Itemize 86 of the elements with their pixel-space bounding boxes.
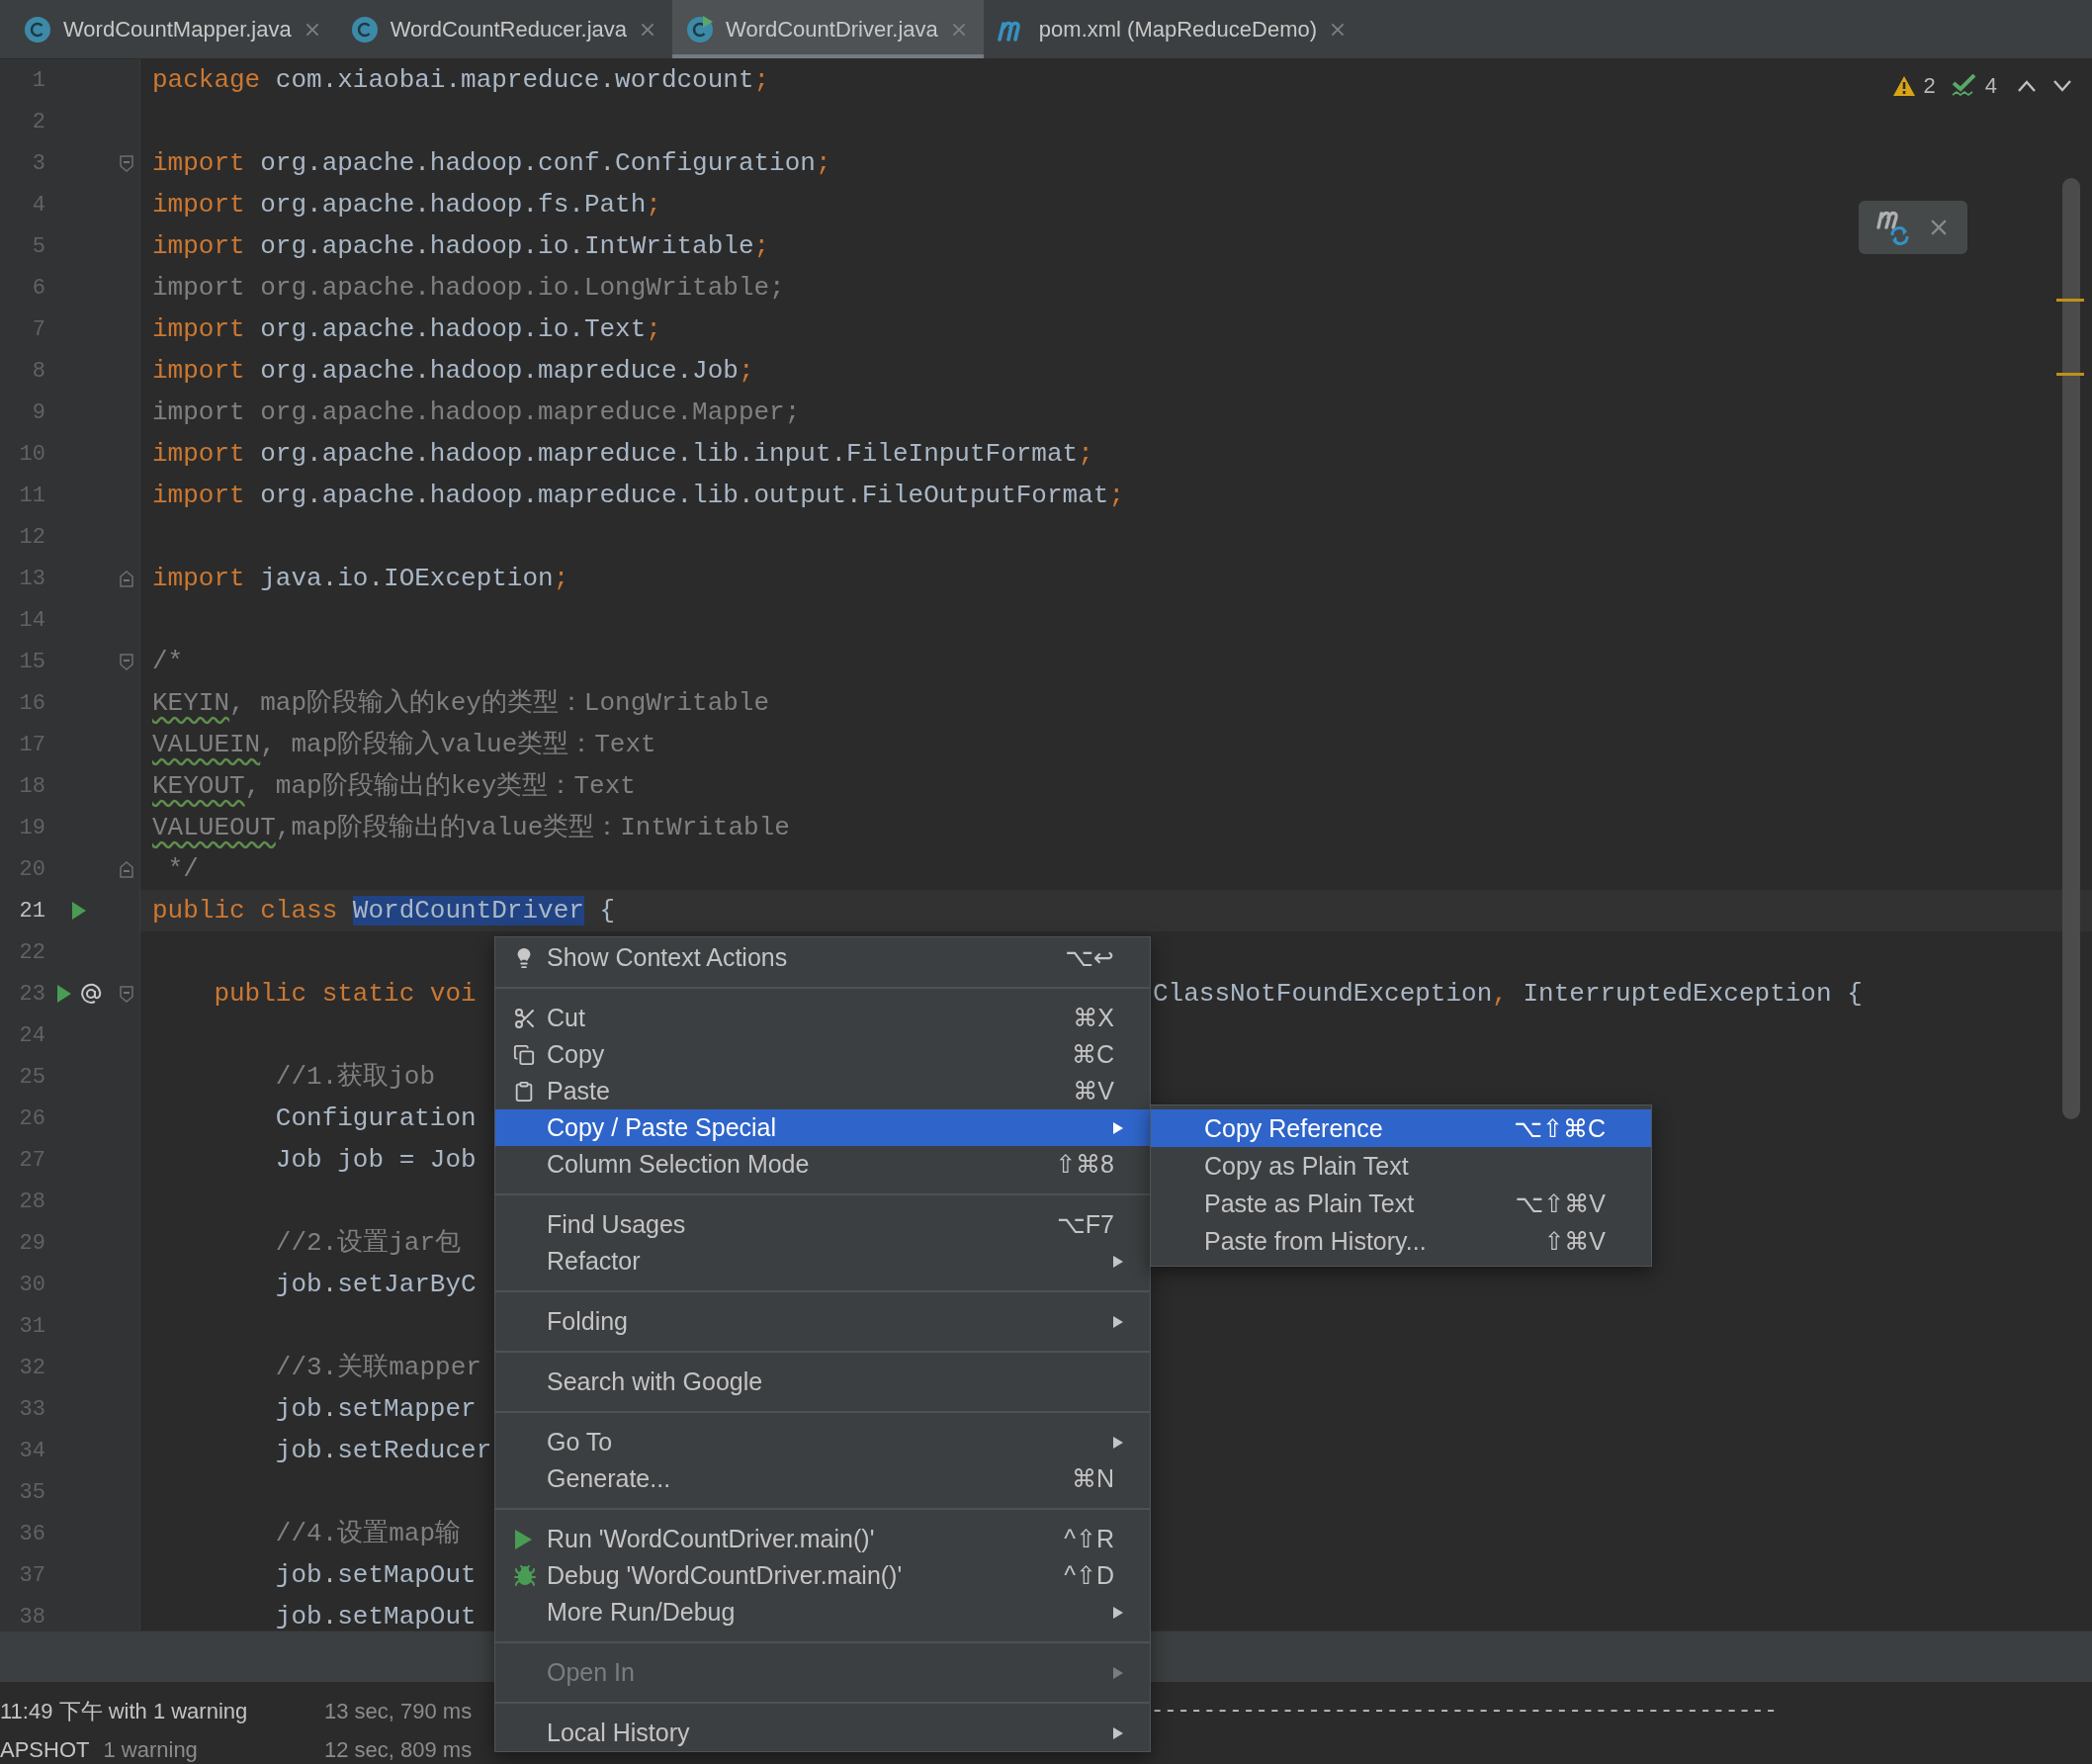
chevron-down-icon [2052, 79, 2072, 93]
code-line: public static voi [213, 978, 477, 1011]
code-line: job.setMapOut [274, 1559, 477, 1592]
editor-tab[interactable]: WordCountDriver.java [672, 0, 984, 58]
fold-marker-icon[interactable] [118, 569, 134, 588]
menu-item[interactable]: Paste from History... ⇧⌘V [1151, 1222, 1651, 1260]
code-line: //4.设置map输 [274, 1518, 462, 1550]
run-icon[interactable] [71, 901, 87, 921]
fold-marker-icon[interactable] [118, 984, 134, 1004]
code-line: import org.apache.hadoop.mapreduce.Job; [151, 355, 754, 388]
code-line: /* [151, 646, 184, 678]
code-line: //2.设置jar包 [274, 1227, 462, 1260]
check-count: 4 [1984, 73, 1997, 99]
class-icon [686, 15, 715, 44]
build-time: 12 sec, 809 ms [324, 1736, 474, 1763]
menu-item[interactable]: Search with Google [495, 1364, 1150, 1400]
build-title: APSHOT [0, 1736, 90, 1763]
copy-icon [513, 1043, 535, 1066]
code-line: ClassNotFoundException, InterruptedException { [1153, 978, 1863, 1011]
code-line: VALUEOUT,map阶段输出的value类型：IntWritable [151, 812, 790, 844]
build-time: 13 sec, 790 ms [324, 1698, 474, 1724]
code-line: job.setReducer [274, 1435, 492, 1467]
code-line: job.setMapper [274, 1393, 477, 1426]
fold-marker-icon[interactable] [118, 859, 134, 879]
code-line: import org.apache.hadoop.mapreduce.lib.input.FileInputFormat; [151, 438, 1093, 471]
class-icon [350, 15, 379, 44]
chevron-up-icon [2017, 79, 2037, 93]
menu-item[interactable]: Copy ⌘C [495, 1036, 1150, 1073]
menu-item[interactable]: Copy as Plain Text [1151, 1147, 1651, 1185]
fold-marker-icon[interactable] [118, 652, 134, 671]
scrollbar-thumb[interactable] [2062, 178, 2080, 1119]
run-icon [513, 1528, 533, 1550]
run-icon[interactable] [56, 984, 72, 1004]
code-line: Job job = Job [274, 1144, 477, 1177]
warning-icon[interactable] [1891, 75, 1916, 97]
menu-item[interactable]: Debug 'WordCountDriver.main()' ^⇧D [495, 1557, 1150, 1594]
paste-icon [513, 1080, 535, 1102]
warning-count: 2 [1923, 73, 1936, 99]
menu-item[interactable]: Copy Reference ⌥⇧⌘C [1151, 1109, 1651, 1147]
code-line: import org.apache.hadoop.io.Text; [151, 313, 661, 346]
build-note: 1 warning [103, 1736, 198, 1763]
build-title: 11:49 下午 with 1 warning [0, 1697, 248, 1725]
console-line: ------------------------------------------------ [1151, 1698, 1779, 1725]
code-line: import org.apache.hadoop.io.LongWritable; [151, 272, 785, 305]
code-line: import org.apache.hadoop.fs.Path; [151, 189, 661, 221]
menu-item[interactable]: Local History [495, 1715, 1150, 1751]
code-line: import org.apache.hadoop.mapreduce.lib.output.FileOutputFormat; [151, 480, 1124, 512]
check-icon[interactable] [1951, 74, 1977, 98]
fold-marker-icon[interactable] [118, 153, 134, 173]
editor-tab[interactable]: pom.xml (MapReduceDemo) [983, 0, 1363, 58]
line-number: 21 [18, 898, 45, 924]
code-line: job.setMapOut [274, 1601, 477, 1631]
code-line: package com.xiaobai.mapreduce.wordcount; [151, 64, 770, 97]
editor-tab[interactable]: WordCountReducer.java [336, 0, 673, 58]
menu-item[interactable]: Column Selection Mode ⇧⌘8 [495, 1146, 1150, 1183]
code-line: */ [166, 853, 199, 886]
maven-reload-icon [1876, 210, 1912, 245]
menu-item[interactable]: Run 'WordCountDriver.main()' ^⇧R [495, 1521, 1150, 1557]
code-line: import java.io.IOException; [151, 563, 569, 595]
code-line: KEYOUT, map阶段输出的key类型：Text [151, 770, 636, 803]
bug-icon [513, 1563, 537, 1588]
code-line: //1.获取job [274, 1061, 436, 1094]
code-line: import org.apache.hadoop.conf.Configuration; [151, 147, 831, 180]
code-line: //3.关联mapper [274, 1352, 481, 1384]
code-line: VALUEIN, map阶段输入value类型：Text [151, 729, 656, 761]
class-icon [24, 15, 51, 44]
code-line: Configuration [274, 1102, 477, 1135]
menu-item[interactable]: Show Context Actions ⌥↩ [495, 939, 1150, 976]
menu-item[interactable]: Copy / Paste Special [495, 1109, 1150, 1146]
menu-item[interactable]: Paste ⌘V [495, 1073, 1150, 1109]
menu-item[interactable]: Paste as Plain Text ⌥⇧⌘V [1151, 1185, 1651, 1222]
menu-item[interactable]: Folding [495, 1303, 1150, 1340]
code-line: import org.apache.hadoop.io.IntWritable; [151, 230, 770, 263]
editor-tab[interactable]: WordCountMapper.java [10, 0, 337, 58]
menu-item[interactable]: Go To [495, 1424, 1150, 1460]
menu-item[interactable]: Generate... ⌘N [495, 1460, 1150, 1497]
menu-item[interactable]: Cut ⌘X [495, 1000, 1150, 1036]
maven-reload-button[interactable] [1859, 201, 1967, 254]
code-line: import org.apache.hadoop.mapreduce.Mapper; [151, 397, 801, 429]
menu-item[interactable]: Find Usages ⌥F7 [495, 1206, 1150, 1243]
code-line: job.setJarByC [274, 1269, 477, 1301]
menu-item[interactable]: Refactor [495, 1243, 1150, 1279]
menu-item[interactable]: More Run/Debug [495, 1594, 1150, 1631]
annotation-icon[interactable] [80, 983, 102, 1005]
code-line: KEYIN, map阶段输入的key的类型：LongWritable [151, 687, 770, 720]
scissors-icon [513, 1006, 537, 1030]
